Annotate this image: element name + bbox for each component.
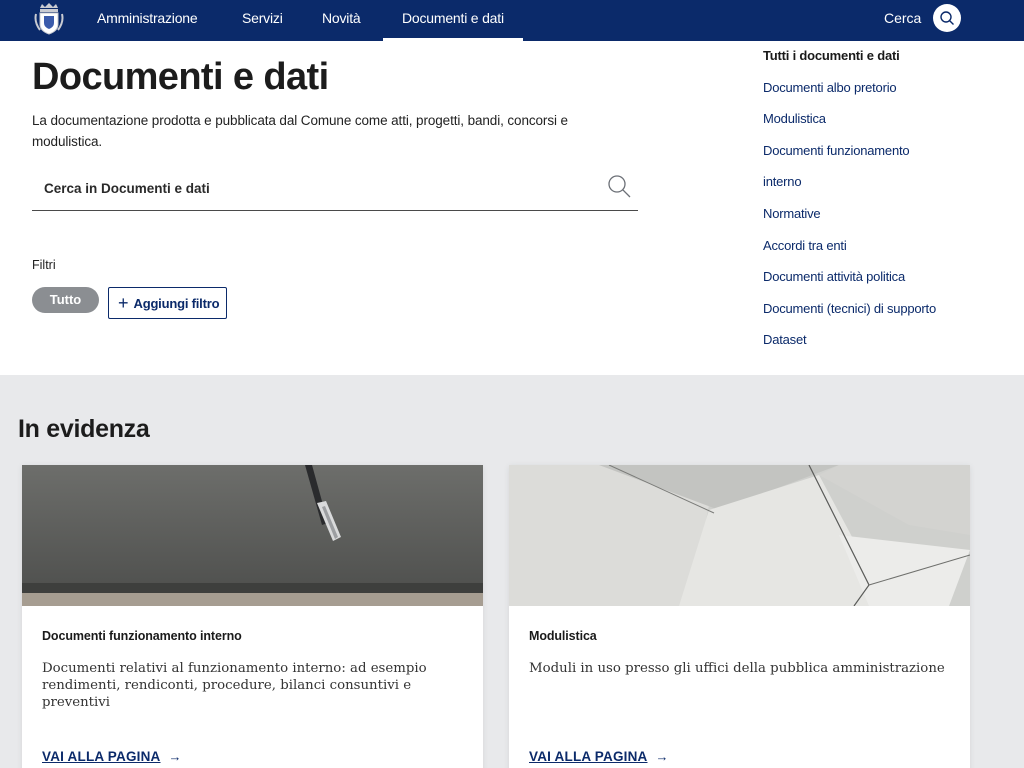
sidenav-item-dataset[interactable]: Dataset	[763, 328, 1003, 360]
top-navbar: Amministrazione Servizi Novità Documenti…	[0, 0, 1024, 41]
card-text: Moduli in uso presso gli uffici della pu…	[529, 661, 945, 676]
card-link-label: VAI ALLA PAGINA	[42, 749, 161, 764]
sidenav-item-supporto[interactable]: Documenti (tecnici) di supporto	[763, 297, 1003, 329]
nav-search-button[interactable]	[933, 4, 961, 32]
nav-item-amministrazione[interactable]: Amministrazione	[97, 0, 198, 41]
nav-item-documenti-e-dati[interactable]: Documenti e dati	[383, 0, 523, 41]
card-link-label: VAI ALLA PAGINA	[529, 749, 648, 764]
sidenav-item-funzionamento[interactable]: Documenti funzionamento	[763, 139, 1003, 171]
search-input[interactable]	[32, 174, 592, 202]
sidenav-item-normative[interactable]: Normative	[763, 202, 1003, 234]
pen-notebook-image	[22, 465, 483, 606]
filters-label: Filtri	[32, 258, 56, 272]
arrow-right-icon: →	[168, 749, 182, 764]
search-box[interactable]	[32, 166, 638, 211]
page-title: Documenti e dati	[32, 56, 329, 98]
sidenav-item-albo-pretorio[interactable]: Documenti albo pretorio	[763, 76, 1003, 108]
search-icon	[940, 11, 954, 25]
sidenav-item-attivita-politica[interactable]: Documenti attività politica	[763, 265, 1003, 297]
card-link-funzionamento[interactable]: VAI ALLA PAGINA →	[42, 749, 182, 764]
card-title: Documenti funzionamento interno	[42, 629, 242, 643]
sidenav-item-funzionamento-cont[interactable]: interno	[763, 170, 1003, 202]
card-text: Documenti relativi al funzionamento inte…	[42, 661, 427, 710]
sidenav-item-tutti[interactable]: Tutti i documenti e dati	[763, 44, 1003, 76]
arrow-right-icon: →	[655, 749, 669, 764]
nav-item-novita[interactable]: Novità	[322, 0, 361, 41]
card-image	[22, 465, 483, 606]
plus-icon: +	[118, 293, 129, 313]
filter-chip-all[interactable]: Tutto	[32, 287, 99, 313]
paper-sheets-image	[509, 465, 970, 606]
card-image	[509, 465, 970, 606]
card-modulistica: Modulistica Moduli in uso presso gli uff…	[509, 465, 970, 768]
card-funzionamento: Documenti funzionamento interno Document…	[22, 465, 483, 768]
side-navigation: Tutti i documenti e dati Documenti albo …	[763, 44, 1003, 360]
page-description: La documentazione prodotta e pubblicata …	[32, 113, 568, 149]
highlight-section: In evidenza Documenti funzionamento inte…	[0, 375, 1024, 768]
card-link-modulistica[interactable]: VAI ALLA PAGINA →	[529, 749, 669, 764]
section-title: In evidenza	[18, 415, 150, 443]
add-filter-button[interactable]: + Aggiungi filtro	[108, 287, 227, 319]
add-filter-label: Aggiungi filtro	[133, 295, 220, 311]
card-title: Modulistica	[529, 629, 597, 643]
sidenav-item-modulistica[interactable]: Modulistica	[763, 107, 1003, 139]
search-icon[interactable]	[606, 173, 632, 199]
nav-item-servizi[interactable]: Servizi	[242, 0, 283, 41]
municipal-crest-icon[interactable]	[34, 2, 64, 36]
nav-search-label[interactable]: Cerca	[884, 0, 921, 36]
sidenav-item-accordi[interactable]: Accordi tra enti	[763, 234, 1003, 266]
